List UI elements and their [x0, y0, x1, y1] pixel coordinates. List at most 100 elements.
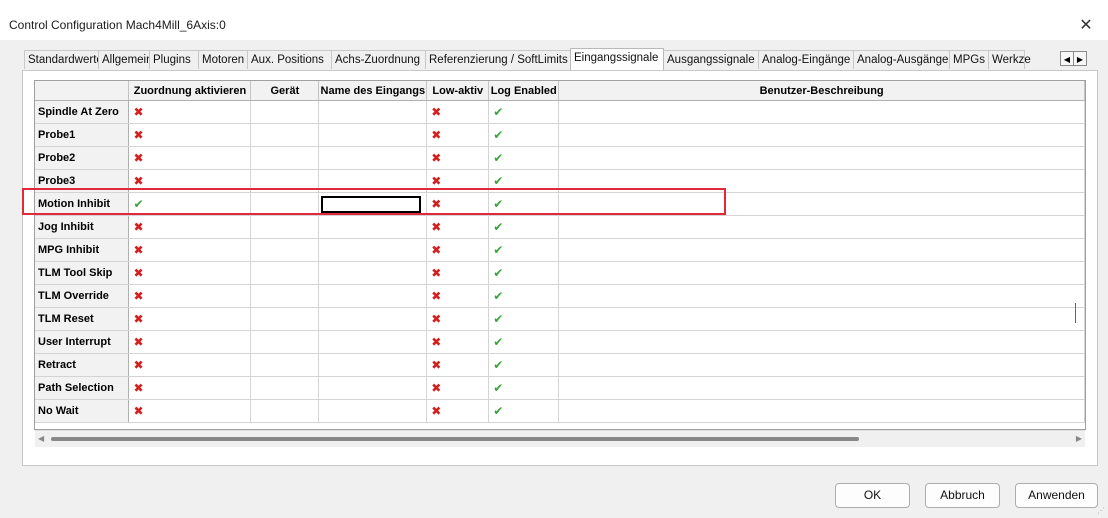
- cell-low_active[interactable]: ✖: [426, 146, 490, 170]
- input-signals-grid[interactable]: Zuordnung aktivieren Gerät Name des Eing…: [34, 80, 1086, 430]
- row-header[interactable]: User Interrupt: [35, 330, 130, 354]
- tab-aux-positions[interactable]: Aux. Positions: [247, 50, 332, 69]
- cell-enabled[interactable]: ✔: [128, 192, 252, 216]
- table-row[interactable]: Spindle At Zero ✖ ✖ ✔: [35, 100, 1085, 124]
- scroll-left-icon[interactable]: ◀: [38, 434, 44, 443]
- table-row[interactable]: Probe3 ✖ ✖ ✔: [35, 169, 1085, 193]
- cell-log[interactable]: ✔: [488, 215, 560, 239]
- row-header[interactable]: TLM Override: [35, 284, 130, 308]
- ok-button[interactable]: OK: [835, 483, 910, 508]
- cell-device[interactable]: [250, 330, 320, 354]
- cell-description[interactable]: [558, 261, 1085, 285]
- cell-input[interactable]: [318, 284, 428, 308]
- cell-low_active[interactable]: ✖: [426, 307, 490, 331]
- cell-log[interactable]: ✔: [488, 100, 560, 124]
- cell-log[interactable]: ✔: [488, 192, 560, 216]
- table-row[interactable]: TLM Override ✖ ✖ ✔: [35, 284, 1085, 308]
- cell-enabled[interactable]: ✖: [128, 169, 252, 193]
- cell-low_active[interactable]: ✖: [426, 284, 490, 308]
- cell-enabled[interactable]: ✖: [128, 123, 252, 147]
- tab-referenzierung-softlimits[interactable]: Referenzierung / SoftLimits: [425, 50, 571, 69]
- apply-button[interactable]: Anwenden: [1015, 483, 1098, 508]
- cell-log[interactable]: ✔: [488, 284, 560, 308]
- cell-low_active[interactable]: ✖: [426, 353, 490, 377]
- row-header[interactable]: MPG Inhibit: [35, 238, 130, 262]
- table-row[interactable]: Jog Inhibit ✖ ✖ ✔: [35, 215, 1085, 239]
- tab-mpgs[interactable]: MPGs: [949, 50, 989, 69]
- cell-enabled[interactable]: ✖: [128, 284, 252, 308]
- cell-description[interactable]: [558, 169, 1085, 193]
- tab-achs-zuordnung[interactable]: Achs-Zuordnung: [331, 50, 426, 69]
- row-header[interactable]: Probe1: [35, 123, 130, 147]
- cell-log[interactable]: ✔: [488, 146, 560, 170]
- col-header-log-enabled[interactable]: Log Enabled: [488, 81, 560, 101]
- tab-eingangssignale[interactable]: Eingangssignale: [570, 48, 664, 70]
- cell-description[interactable]: [558, 238, 1085, 262]
- cell-description[interactable]: [558, 100, 1085, 124]
- cell-description[interactable]: [558, 192, 1085, 216]
- cell-enabled[interactable]: ✖: [128, 353, 252, 377]
- cell-input[interactable]: [318, 238, 428, 262]
- cell-low_active[interactable]: ✖: [426, 238, 490, 262]
- input-name-edit-field[interactable]: [321, 195, 422, 213]
- table-row[interactable]: Motion Inhibit ✔ ✖ ✔: [35, 192, 1085, 216]
- tab-standardwerte[interactable]: Standardwerte: [24, 50, 103, 69]
- cell-description[interactable]: [558, 399, 1085, 423]
- cell-low_active[interactable]: ✖: [426, 330, 490, 354]
- table-row[interactable]: No Wait ✖ ✖ ✔: [35, 399, 1085, 423]
- cell-low_active[interactable]: ✖: [426, 192, 490, 216]
- cell-device[interactable]: [250, 100, 320, 124]
- cell-input[interactable]: [318, 307, 428, 331]
- cell-device[interactable]: [250, 261, 320, 285]
- cell-input[interactable]: [318, 123, 428, 147]
- cell-description[interactable]: [558, 307, 1085, 331]
- cell-log[interactable]: ✔: [488, 399, 560, 423]
- cell-enabled[interactable]: ✖: [128, 330, 252, 354]
- cell-device[interactable]: [250, 353, 320, 377]
- cell-description[interactable]: [558, 376, 1085, 400]
- tab-werkze[interactable]: Werkze: [988, 50, 1031, 69]
- cell-device[interactable]: [250, 238, 320, 262]
- cell-low_active[interactable]: ✖: [426, 215, 490, 239]
- table-row[interactable]: Retract ✖ ✖ ✔: [35, 353, 1085, 377]
- col-header-name-des-eingangs[interactable]: Name des Eingangs: [318, 81, 428, 101]
- cell-low_active[interactable]: ✖: [426, 261, 490, 285]
- row-header[interactable]: Retract: [35, 353, 130, 377]
- cell-description[interactable]: [558, 215, 1085, 239]
- cell-enabled[interactable]: ✖: [128, 100, 252, 124]
- row-header[interactable]: Spindle At Zero: [35, 100, 130, 124]
- cell-device[interactable]: [250, 284, 320, 308]
- cell-device[interactable]: [250, 146, 320, 170]
- row-header[interactable]: Jog Inhibit: [35, 215, 130, 239]
- horizontal-scrollbar[interactable]: ◀ ▶: [35, 430, 1085, 447]
- cancel-button[interactable]: Abbruch: [925, 483, 1000, 508]
- cell-description[interactable]: [558, 123, 1085, 147]
- row-header[interactable]: TLM Reset: [35, 307, 130, 331]
- cell-description[interactable]: [558, 146, 1085, 170]
- cell-low_active[interactable]: ✖: [426, 399, 490, 423]
- tab-analog-eingänge[interactable]: Analog-Eingänge: [758, 50, 854, 69]
- col-header-geraet[interactable]: Gerät: [250, 81, 320, 101]
- cell-log[interactable]: ✔: [488, 307, 560, 331]
- cell-input[interactable]: [318, 353, 428, 377]
- col-header-low-aktiv[interactable]: Low-aktiv: [426, 81, 490, 101]
- cell-description[interactable]: [558, 330, 1085, 354]
- cell-low_active[interactable]: ✖: [426, 169, 490, 193]
- cell-device[interactable]: [250, 192, 320, 216]
- cell-input[interactable]: [318, 100, 428, 124]
- scrollbar-thumb[interactable]: [51, 437, 859, 441]
- col-header-benutzer-beschreibung[interactable]: Benutzer-Beschreibung: [558, 81, 1085, 101]
- cell-low_active[interactable]: ✖: [426, 376, 490, 400]
- cell-device[interactable]: [250, 123, 320, 147]
- table-row[interactable]: TLM Tool Skip ✖ ✖ ✔: [35, 261, 1085, 285]
- cell-description[interactable]: [558, 284, 1085, 308]
- cell-log[interactable]: ✔: [488, 353, 560, 377]
- cell-input[interactable]: [318, 146, 428, 170]
- cell-device[interactable]: [250, 307, 320, 331]
- scroll-right-icon[interactable]: ▶: [1076, 434, 1082, 443]
- cell-enabled[interactable]: ✖: [128, 376, 252, 400]
- cell-log[interactable]: ✔: [488, 123, 560, 147]
- tab-plugins[interactable]: Plugins: [149, 50, 199, 69]
- table-row[interactable]: TLM Reset ✖ ✖ ✔: [35, 307, 1085, 331]
- cell-log[interactable]: ✔: [488, 330, 560, 354]
